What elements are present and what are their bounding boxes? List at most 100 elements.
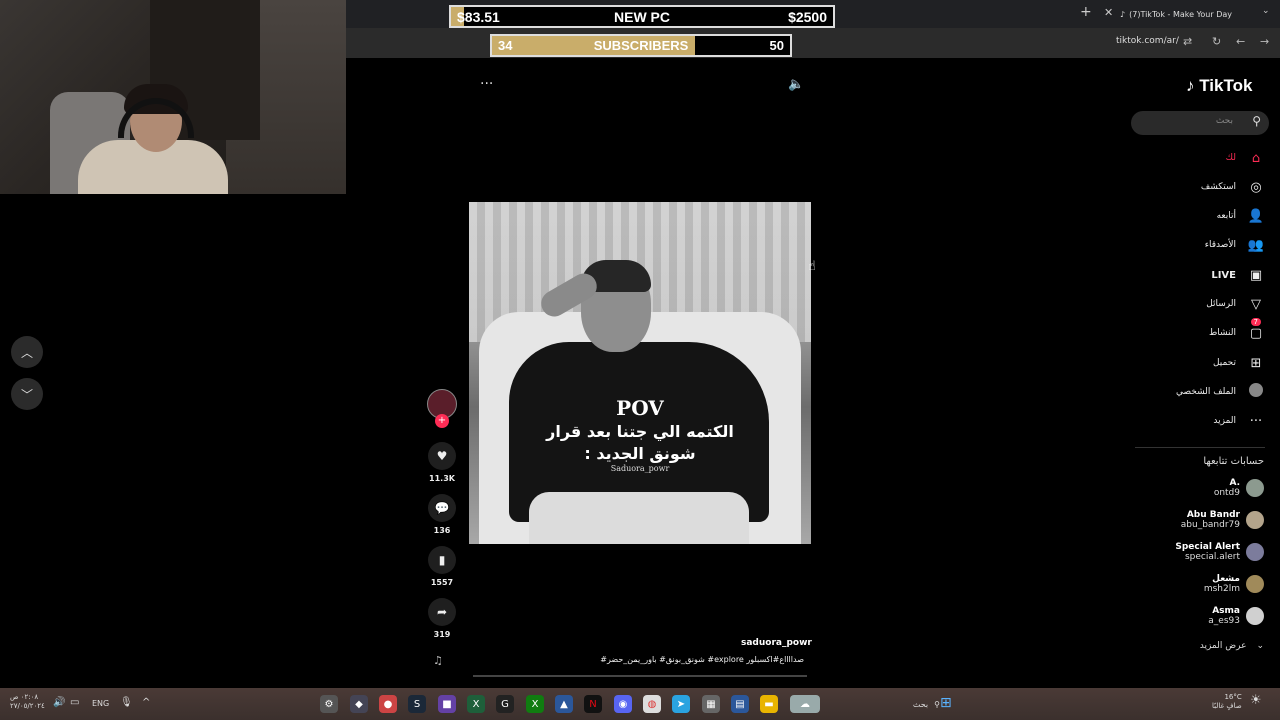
show-more-link[interactable]: عرض المزيد ⌄ [1200, 641, 1264, 651]
caption-username[interactable]: saduora_powr [741, 638, 812, 648]
like-count: 11.3K [429, 474, 455, 483]
share-count: 319 [433, 630, 451, 639]
nav-following[interactable]: 👤 أتابعه [1217, 206, 1264, 226]
firefox-icon[interactable]: ● [379, 695, 397, 713]
bookmark-icon: ▮ [428, 546, 456, 574]
app-icon[interactable]: ☁ [790, 695, 820, 713]
app-icon[interactable]: ▤ [731, 695, 749, 713]
comment-count: 136 [433, 526, 451, 535]
app-icon[interactable]: ■ [438, 695, 456, 713]
more-icon: ··· [1249, 413, 1263, 429]
share-button[interactable]: ➦ 319 [427, 598, 457, 639]
nav-live[interactable]: ▣ LIVE [1211, 265, 1264, 285]
nav-profile[interactable]: الملف الشخصي [1176, 382, 1264, 402]
reload-icon[interactable]: ↻ [1212, 35, 1221, 48]
following-account[interactable]: Asma a_es93 [1208, 606, 1264, 626]
nav-more[interactable]: ··· المزيد [1213, 411, 1264, 431]
tiktok-logo[interactable]: ♪ TikTok [1186, 76, 1252, 96]
store-icon[interactable]: ▦ [702, 695, 720, 713]
clock-time: ٠٢:٠٨ ص [10, 693, 39, 701]
weather-temp: 16°C [1224, 693, 1242, 701]
account-username: special.alert [1184, 552, 1240, 562]
taskbar-clock[interactable]: ٠٢:٠٨ ص ٢٧/٠٥/٢٠٢٤ [10, 693, 45, 711]
nav-friends[interactable]: 👥 الأصدقاء [1205, 235, 1264, 255]
previous-video-button[interactable]: ︿ [11, 336, 43, 368]
caption-hashtags[interactable]: صدااااع#اكسبلور explore# شونق_بونق# باور… [600, 655, 804, 664]
nav-explore[interactable]: ◎ استكشف [1201, 177, 1264, 197]
chrome-icon[interactable]: ◍ [643, 695, 661, 713]
nav-for-you[interactable]: ⌂ لك [1226, 148, 1264, 168]
video-progress-bar[interactable] [473, 675, 807, 677]
like-button[interactable]: ♥ 11.3K [427, 442, 457, 483]
back-icon[interactable]: ← [1236, 35, 1245, 48]
new-tab-icon[interactable]: + [1080, 4, 1092, 20]
avatar [1246, 607, 1264, 625]
video-player[interactable]: POV الكتمه الي جتنا بعد قرار شونق الجديد… [469, 202, 811, 544]
search-input[interactable]: بحث ⚲ [1131, 111, 1269, 135]
windows-start-icon[interactable]: ⊞ [940, 695, 952, 711]
following-account[interactable]: مشعل msh2lm [1204, 574, 1264, 594]
taskbar-search[interactable]: ⚲ بحث [880, 696, 940, 712]
heart-icon: ♥ [428, 442, 456, 470]
following-account[interactable]: Special Alert special.alert [1175, 542, 1264, 562]
following-account[interactable]: Abu Bandr abu_bandr79 [1181, 510, 1264, 530]
video-caption-line2: شونق الجديد : [584, 444, 696, 463]
discord-icon[interactable]: ◉ [614, 695, 632, 713]
next-video-button[interactable]: ﹀ [11, 378, 43, 410]
video-watermark: Saduora_powr [610, 464, 670, 473]
comment-icon: 💬 [428, 494, 456, 522]
network-icon[interactable]: ▭ [70, 697, 79, 708]
share-icon: ➦ [428, 598, 456, 626]
tab-dropdown-icon[interactable]: ⌄ [1262, 6, 1270, 16]
app-icon[interactable]: ◆ [350, 695, 368, 713]
app-icon[interactable]: G [496, 695, 514, 713]
nav-label: الملف الشخصي [1176, 387, 1236, 397]
video-caption-line1: الكتمه الي جتنا بعد قرار [546, 422, 734, 441]
account-name: Special Alert [1175, 542, 1240, 552]
pc-goal-target: $2500 [788, 9, 827, 25]
weather-widget[interactable]: 16°C صافٍ غالبًا [1212, 693, 1242, 711]
nav-label: LIVE [1211, 269, 1236, 281]
close-tab-icon[interactable]: ✕ [1104, 6, 1113, 19]
show-more-label: عرض المزيد [1199, 641, 1247, 651]
xbox-icon[interactable]: X [526, 695, 544, 713]
comment-button[interactable]: 💬 136 [427, 494, 457, 535]
telegram-icon[interactable]: ➤ [672, 695, 690, 713]
video-options-icon[interactable]: ··· [480, 76, 493, 92]
follow-plus-icon[interactable]: + [435, 414, 449, 428]
language-indicator[interactable]: ENG [92, 699, 109, 708]
account-username: msh2lm [1203, 584, 1240, 594]
netflix-icon[interactable]: N [584, 695, 602, 713]
nav-activity[interactable]: ▢ 7 النشاط [1209, 318, 1264, 343]
save-button[interactable]: ▮ 1557 [427, 546, 457, 587]
weather-condition: صافٍ غالبًا [1212, 702, 1242, 710]
app-icon[interactable]: ▲ [555, 695, 573, 713]
nav-label: لك [1225, 153, 1236, 163]
avatar [1246, 479, 1264, 497]
chevron-down-icon: ﹀ [20, 387, 33, 402]
search-icon[interactable]: ⚲ [1252, 114, 1261, 128]
settings-app-icon[interactable]: ⚙ [320, 695, 338, 713]
home-icon: ⌂ [1251, 150, 1261, 166]
nav-upload[interactable]: ⊞ تحميل [1213, 353, 1264, 373]
tray-overflow-icon[interactable]: ^ [142, 697, 150, 708]
following-account[interactable]: A. ontd9 [1214, 478, 1264, 498]
avatar [1246, 543, 1264, 561]
address-bar[interactable]: tiktok.com/ar/ [1116, 36, 1179, 46]
browser-tab[interactable]: ♪ (7)TikTok - Make Your Day [1120, 4, 1280, 24]
send-icon: ▽ [1251, 296, 1261, 312]
site-settings-icon[interactable]: ⇄ [1183, 35, 1192, 48]
steam-icon[interactable]: S [408, 695, 426, 713]
account-username: a_es93 [1208, 616, 1240, 626]
nav-label: أتابعه [1216, 211, 1236, 221]
nav-messages[interactable]: ▽ الرسائل [1206, 294, 1264, 314]
forward-icon[interactable]: → [1260, 35, 1269, 48]
microphone-icon[interactable]: 🎙 [120, 697, 133, 708]
volume-icon[interactable]: 🔈 [788, 77, 804, 92]
excel-icon[interactable]: X [467, 695, 485, 713]
speaker-icon[interactable]: 🔊 [53, 697, 65, 708]
music-disc-icon[interactable]: ♫ [433, 654, 443, 667]
screen: + ✕ ♪ (7)TikTok - Make Your Day ⌄ tiktok… [0, 0, 1280, 720]
compass-icon: ◎ [1250, 179, 1262, 195]
file-explorer-icon[interactable]: ▬ [760, 695, 778, 713]
